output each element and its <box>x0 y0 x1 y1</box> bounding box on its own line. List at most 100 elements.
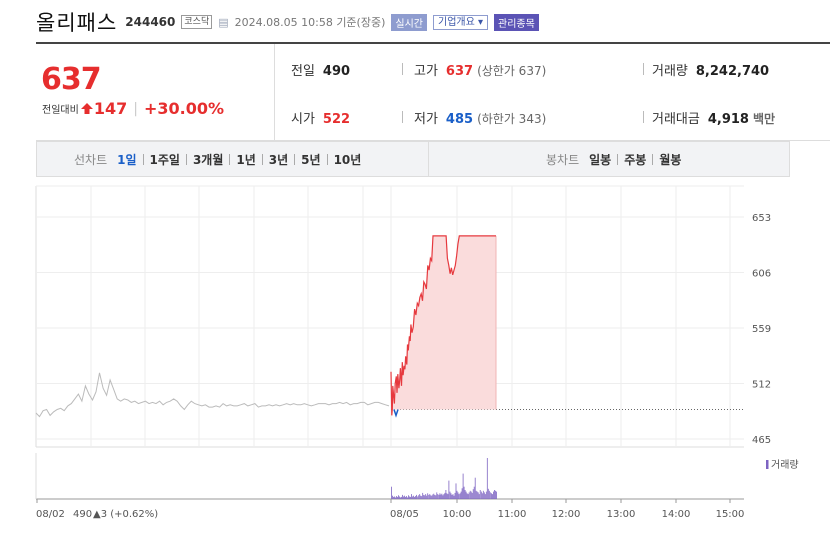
volume-bar <box>441 493 443 499</box>
volume-bar <box>393 496 394 499</box>
volume-bar <box>413 495 414 499</box>
volume-bar <box>483 492 485 499</box>
volume-bar <box>485 491 487 499</box>
volume-bar <box>419 494 421 499</box>
volume-bar <box>489 492 491 499</box>
y-tick-label: 465 <box>752 435 771 446</box>
volume-bar <box>481 493 483 499</box>
volume-bar <box>437 494 439 499</box>
volume-bars <box>391 458 497 500</box>
volume-bar <box>432 494 434 499</box>
volume-bar <box>412 496 413 499</box>
volume-bar <box>465 491 467 499</box>
volume-bar <box>411 494 412 499</box>
volume-bar <box>470 491 472 499</box>
volume-bar <box>480 491 482 499</box>
volume-bar <box>426 495 428 499</box>
volume-bar <box>422 492 424 499</box>
volume-bar <box>396 496 397 499</box>
volume-bar <box>407 497 408 499</box>
volume-bar <box>495 490 496 499</box>
volume-bar <box>477 492 479 499</box>
volume-bar <box>440 494 442 499</box>
volume-bar <box>451 494 453 499</box>
volume-bar <box>478 494 480 499</box>
volume-bar <box>474 477 476 499</box>
volume-bar <box>471 492 473 499</box>
volume-bar <box>403 496 404 499</box>
volume-bar <box>406 496 407 499</box>
volume-bar <box>488 490 490 499</box>
volume-bar <box>398 495 399 499</box>
volume-bar <box>464 490 466 499</box>
volume-bar <box>404 495 405 499</box>
volume-bar <box>395 497 396 499</box>
prev-day-series <box>35 372 390 418</box>
volume-bar <box>430 495 432 499</box>
price-chart[interactable]: 653 606 559 512 465 거래량 08/02 490 ▲3 (+0.62%) 08/… <box>0 0 830 544</box>
volume-bar <box>423 494 425 499</box>
volume-bar <box>418 495 420 499</box>
volume-bar <box>469 490 471 499</box>
x-tick-label: 14:00 <box>662 509 691 520</box>
volume-bar <box>394 496 395 499</box>
y-tick-label: 606 <box>752 269 771 280</box>
volume-bar <box>409 496 410 499</box>
volume-bar <box>402 494 403 499</box>
volume-bar <box>400 497 401 499</box>
volume-bar <box>416 494 417 499</box>
volume-bar <box>420 495 422 499</box>
today-fill <box>391 235 496 416</box>
today-area <box>390 235 497 418</box>
volume-bar <box>453 495 455 499</box>
volume-bar <box>435 495 437 499</box>
volume-bar <box>397 496 398 499</box>
volume-bar <box>456 490 458 499</box>
x-tick-label: 11:00 <box>498 509 527 520</box>
volume-bar <box>433 493 435 499</box>
volume-bar <box>391 486 392 499</box>
volume-bar <box>444 492 446 499</box>
volume-bar <box>392 495 393 499</box>
y-tick-label: 512 <box>752 380 771 391</box>
volume-bar <box>414 496 415 499</box>
volume-bar <box>491 493 492 499</box>
volume-bar <box>492 494 493 499</box>
x-tick-label: 13:00 <box>607 509 636 520</box>
volume-bar <box>436 492 438 499</box>
volume-bar <box>447 494 449 499</box>
volume-bar <box>487 488 489 500</box>
volume-bar <box>479 490 481 499</box>
volume-bar <box>494 490 495 499</box>
volume-bar <box>459 493 461 499</box>
volume-bar <box>439 493 441 499</box>
volume-bar <box>448 480 450 499</box>
volume-bar <box>399 496 400 499</box>
volume-bar <box>443 494 445 499</box>
prev-day-line <box>35 372 744 418</box>
x-left-date: 08/02 <box>36 509 65 520</box>
volume-bar <box>466 493 468 499</box>
x-left-price: 490 <box>73 509 92 520</box>
volume-bar <box>421 496 423 499</box>
x-tick-label: 10:00 <box>443 509 472 520</box>
volume-bar <box>408 495 409 499</box>
volume-bar <box>415 496 416 499</box>
volume-bar <box>417 496 419 499</box>
volume-bar <box>462 473 464 499</box>
volume-bar <box>428 494 430 499</box>
volume-bar <box>475 490 477 499</box>
volume-bar <box>425 494 427 499</box>
volume-bar <box>410 496 411 499</box>
volume-bar <box>405 496 406 499</box>
volume-legend-label: 거래량 <box>771 459 799 471</box>
x-tick-label: 08/05 <box>390 509 419 520</box>
volume-bar <box>452 494 454 499</box>
volume-bar <box>442 495 444 499</box>
volume-bar <box>473 486 475 499</box>
volume-bar <box>472 489 474 499</box>
volume-bar <box>429 494 431 499</box>
volume-bar <box>496 491 497 499</box>
volume-bar <box>454 492 456 499</box>
x-left-change: ▲3 (+0.62%) <box>93 509 158 520</box>
